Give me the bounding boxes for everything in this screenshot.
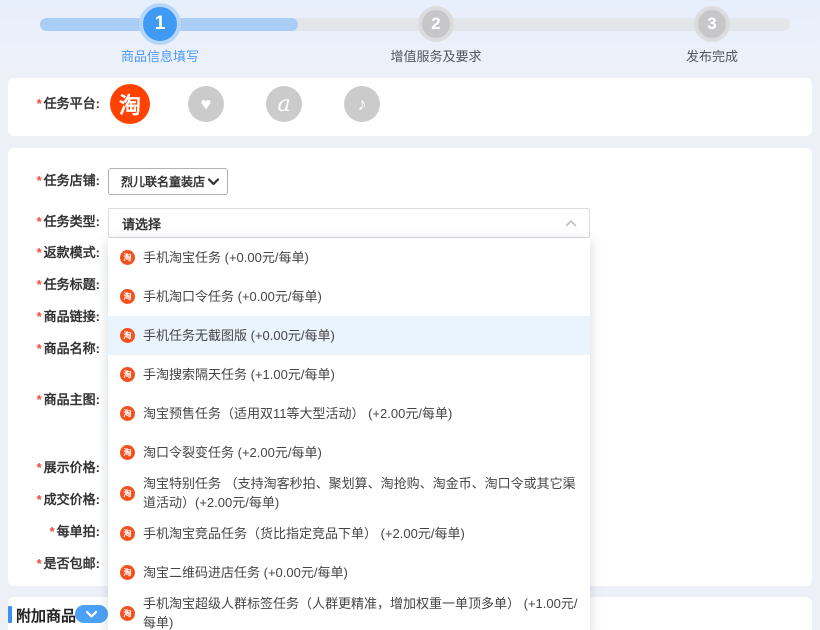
chevron-down-icon	[85, 610, 98, 619]
taobao-icon: 淘	[120, 289, 135, 304]
shop-select-value: 烈儿联名童装店	[121, 173, 208, 190]
product-image-label: *商品主图:	[8, 390, 100, 410]
platform-card: *任务平台: 淘 ♥ a ♪	[8, 78, 812, 136]
step-2-circle: 2	[418, 6, 454, 42]
deal-price-label: *成交价格:	[8, 490, 100, 510]
section-accent-bar	[8, 606, 12, 623]
task-type-option[interactable]: 淘 淘宝预售任务（适用双11等大型活动） (+2.00元/每单)	[108, 394, 590, 433]
shop-label: *任务店铺:	[8, 171, 100, 191]
task-type-option[interactable]: 淘 手机淘宝任务 (+0.00元/每单)	[108, 238, 590, 277]
refund-mode-label: *返款模式:	[8, 243, 100, 263]
step-3-circle: 3	[694, 6, 730, 42]
addon-collapse-button[interactable]	[75, 605, 108, 623]
taobao-icon: 淘	[120, 367, 135, 382]
platform-heart-icon[interactable]: ♥	[188, 86, 224, 122]
taobao-icon: 淘	[120, 565, 135, 580]
task-type-select[interactable]: 请选择	[108, 208, 590, 238]
task-type-option[interactable]: 淘 手机淘口令任务 (+0.00元/每单)	[108, 277, 590, 316]
addon-section-title: 附加商品	[16, 605, 76, 626]
per-order-qty-label: *每单拍:	[8, 522, 100, 542]
taobao-icon: 淘	[120, 250, 135, 265]
shop-select[interactable]: 烈儿联名童装店	[108, 168, 228, 195]
task-type-placeholder: 请选择	[122, 214, 565, 233]
chevron-down-icon	[208, 178, 219, 186]
product-link-label: *商品链接:	[8, 307, 100, 327]
task-title-label: *任务标题:	[8, 275, 100, 295]
task-type-label: *任务类型:	[8, 212, 100, 232]
task-type-option[interactable]: 淘 淘口令裂变任务 (+2.00元/每单)	[108, 433, 590, 472]
task-type-option[interactable]: 淘 手机淘宝超级人群标签任务（人群更精准，增加权重一单顶多单） (+1.00元/…	[108, 592, 590, 630]
taobao-icon: 淘	[120, 406, 135, 421]
task-type-option[interactable]: 淘 淘宝特别任务 （支持淘客秒拍、聚划算、淘抢购、淘金币、淘口令或其它渠道活动）…	[108, 472, 590, 514]
stepper: 1 2 3 商品信息填写 增值服务及要求 发布完成	[0, 0, 820, 72]
required-asterisk: *	[37, 173, 42, 188]
taobao-icon: 淘	[120, 328, 135, 343]
taobao-icon: 淘	[120, 526, 135, 541]
step-2-label: 增值服务及要求	[336, 46, 536, 65]
required-asterisk: *	[37, 96, 42, 111]
product-name-label: *商品名称:	[8, 339, 100, 359]
task-type-option[interactable]: 淘 手机淘宝竞品任务（货比指定竞品下单） (+2.00元/每单)	[108, 514, 590, 553]
task-type-option[interactable]: 淘 淘宝二维码进店任务 (+0.00元/每单)	[108, 553, 590, 592]
taobao-icon: 淘	[120, 606, 135, 621]
platform-taobao-icon[interactable]: 淘	[110, 84, 150, 124]
task-type-dropdown: 淘 手机淘宝任务 (+0.00元/每单) 淘 手机淘口令任务 (+0.00元/每…	[108, 238, 590, 630]
task-publish-page: 1 2 3 商品信息填写 增值服务及要求 发布完成 *任务平台: 淘 ♥ a ♪…	[0, 0, 820, 630]
display-price-label: *展示价格:	[8, 458, 100, 478]
platform-douyin-icon[interactable]: ♪	[344, 86, 380, 122]
task-type-option[interactable]: 淘 手淘搜索隔天任务 (+1.00元/每单)	[108, 355, 590, 394]
task-type-option-highlighted[interactable]: 淘 手机任务无截图版 (+0.00元/每单)	[108, 316, 590, 355]
platform-label: *任务平台:	[8, 94, 100, 114]
platform-alibaba-icon[interactable]: a	[266, 86, 302, 122]
chevron-up-icon	[565, 219, 577, 227]
step-1-label: 商品信息填写	[60, 46, 260, 65]
step-3-label: 发布完成	[612, 46, 812, 65]
taobao-icon: 淘	[120, 445, 135, 460]
free-shipping-label: *是否包邮:	[8, 554, 100, 574]
taobao-icon: 淘	[120, 486, 135, 501]
required-asterisk: *	[37, 214, 42, 229]
step-1-circle: 1	[139, 3, 181, 45]
